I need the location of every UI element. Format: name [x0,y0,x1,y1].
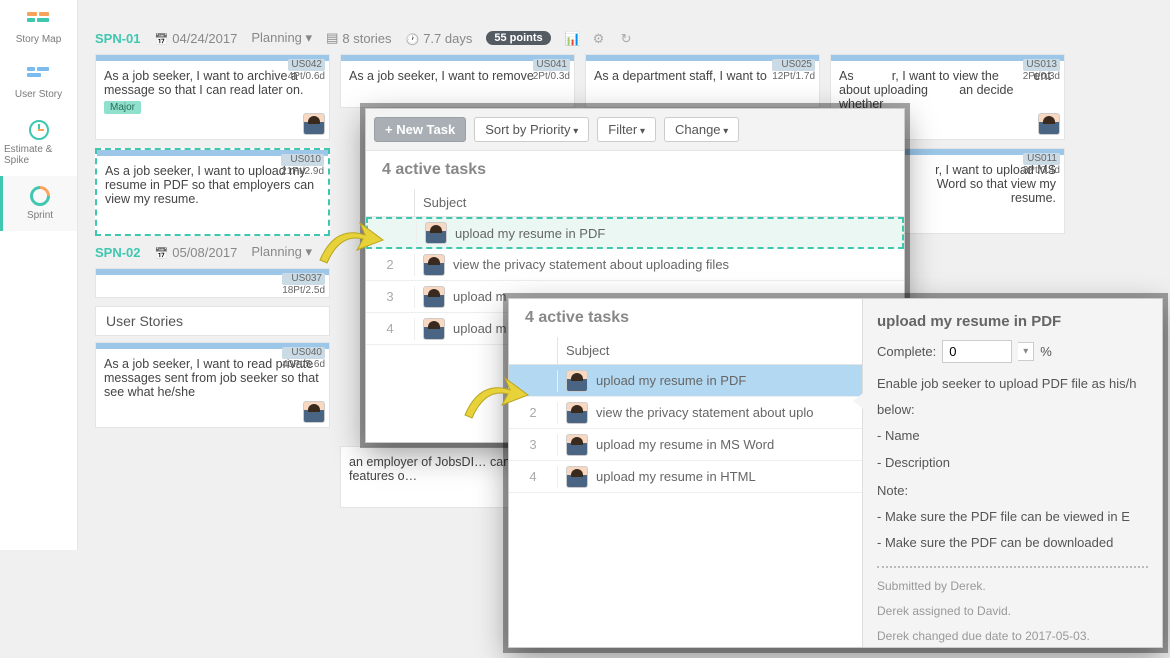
story-card[interactable]: US0113Pt/0.4d r, I want to upload MS Wor… [900,148,1065,234]
detail-pane: upload my resume in PDF Complete: ▾ % En… [862,299,1162,647]
story-card[interactable]: US04040Pt/5.6d As a job seeker, I want t… [95,342,330,428]
story-map-icon [25,10,53,30]
detail-title: upload my resume in PDF [877,313,1148,330]
user-story-icon [25,65,53,85]
spinner-icon[interactable]: ▾ [1018,342,1034,361]
arrow-icon [315,215,385,275]
task-row[interactable]: 3upload my resume in MS Word [509,429,864,461]
list-icon [326,30,338,46]
table-header: Subject [509,337,864,365]
avatar-icon [425,222,447,244]
change-dropdown[interactable]: Change [664,117,739,142]
sidebar-item-estimate[interactable]: Estimate & Spike [0,110,77,176]
task-row[interactable]: 2view the privacy statement about uplo [509,397,864,429]
sprint-header: SPN-01 04/24/2017 Planning ▾ 8 stories 7… [95,30,1160,46]
avatar-icon [566,434,588,456]
sprint-status-dropdown[interactable]: Planning ▾ [251,30,312,46]
tag-major: Major [104,101,141,114]
sidebar-item-user-story[interactable]: User Story [0,55,77,110]
story-count: 8 stories [342,31,391,46]
sidebar-item-label: Estimate & Spike [4,144,73,166]
arrow-icon [460,370,530,430]
complete-label: Complete: [877,344,936,359]
calendar-icon [155,245,169,260]
sprint-id[interactable]: SPN-02 [95,245,141,260]
sidebar-item-story-map[interactable]: Story Map [0,0,77,55]
avatar-icon [1038,113,1060,135]
sprint-status-dropdown[interactable]: Planning ▾ [251,244,312,260]
avatar-icon [566,466,588,488]
sort-dropdown[interactable]: Sort by Priority [474,117,589,142]
detail-text: - Make sure the PDF file can be viewed i… [877,508,1148,526]
sprint-date: 04/24/2017 [172,31,237,46]
activity-log: Derek changed due date to 2017-05-03. [877,628,1148,645]
task-row-active[interactable]: upload my resume in PDF [509,365,864,397]
percent-label: % [1040,344,1052,359]
story-card-selected[interactable]: US01021Pt/2.9d As a job seeker, I want t… [95,148,330,236]
detail-note-label: Note: [877,482,1148,500]
task-row[interactable]: 4upload my resume in HTML [509,461,864,493]
settings-icon[interactable]: ⚙ [593,31,607,45]
activity-log: Submitted by Derek. [877,578,1148,595]
complete-input[interactable] [942,340,1012,363]
col-subject: Subject [414,189,904,216]
col-subject: Subject [557,337,864,364]
clock-icon [406,31,420,46]
panel-toolbar: + New Task Sort by Priority Filter Chang… [366,109,904,151]
story-card[interactable]: US02512Pt/1.7d As a department staff, I … [585,54,820,108]
days-count: 7.7 days [423,31,472,46]
task-row-selected[interactable]: upload my resume in PDF [366,217,904,249]
sprint-header-2: SPN-02 05/08/2017 Planning ▾ [95,244,330,260]
avatar-icon [423,254,445,276]
sidebar: Story Map User Story Estimate & Spike Sp… [0,0,78,550]
refresh-icon[interactable]: ↻ [621,31,635,45]
estimate-icon [25,120,53,140]
task-row[interactable]: 2view the privacy statement about upload… [366,249,904,281]
sidebar-item-label: Sprint [27,210,53,221]
avatar-icon [303,401,325,423]
detail-text: Enable job seeker to upload PDF file as … [877,375,1148,393]
activity-log: Derek assigned to David. [877,603,1148,620]
points-badge: 55 points [486,31,550,45]
story-card[interactable]: US0412Pt/0.3d As a job seeker, I want to… [340,54,575,108]
avatar-icon [303,113,325,135]
sprint-id[interactable]: SPN-01 [95,31,141,46]
panel-title: 4 active tasks [509,299,864,337]
detail-text: - Make sure the PDF can be downloaded [877,534,1148,552]
detail-text: - Name [877,427,1148,445]
calendar-icon [155,31,169,46]
filter-dropdown[interactable]: Filter [597,117,656,142]
table-header: Subject [366,189,904,217]
pointer-icon [853,393,863,409]
sidebar-item-sprint[interactable]: Sprint [0,176,77,231]
section-user-stories: User Stories [95,306,330,336]
avatar-icon [423,286,445,308]
sprint-date: 05/08/2017 [172,245,237,260]
panel-title: 4 active tasks [366,151,904,189]
story-card[interactable]: US03718Pt/2.5d [95,268,330,298]
avatar-icon [566,370,588,392]
sidebar-item-label: User Story [15,89,62,100]
task-detail-panel: 4 active tasks Subject upload my resume … [508,298,1163,648]
avatar-icon [566,402,588,424]
sidebar-item-label: Story Map [16,34,62,45]
sprint-icon [26,186,54,206]
chart-icon[interactable]: 📊 [565,31,579,45]
new-task-button[interactable]: + New Task [374,117,466,142]
avatar-icon [423,318,445,340]
detail-text: below: [877,401,1148,419]
detail-text: - Description [877,454,1148,472]
story-card[interactable]: US0424Pt/0.6d As a job seeker, I want to… [95,54,330,140]
